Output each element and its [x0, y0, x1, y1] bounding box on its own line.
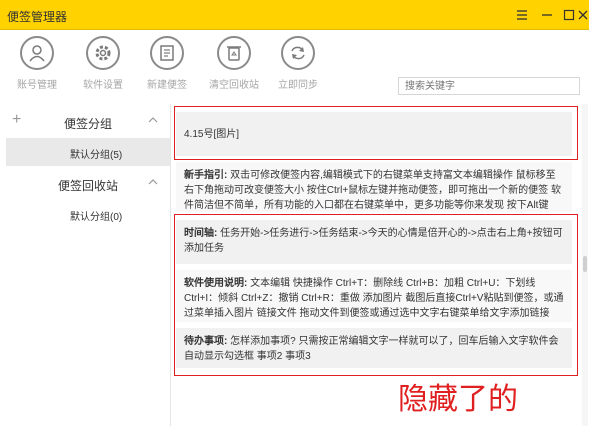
sync-label: 立即同步 — [278, 80, 318, 91]
account-label: 账号管理 — [17, 80, 57, 91]
sidebar-item-default-group[interactable]: 默认分组(5) — [6, 138, 170, 166]
group-label: 便签分组 — [64, 117, 113, 131]
hamburger-icon — [517, 10, 527, 20]
sidebar-item-label: 默认分组(5) — [70, 150, 123, 161]
sidebar: + 便签分组 默认分组(5) 便签回收站 默认分组(0) — [6, 104, 171, 426]
user-icon — [29, 45, 45, 62]
maximize-icon — [563, 9, 575, 21]
note-body: 任务开始->任务进行->任务结束->今天的心情是倍开心的->点击右上角+按钮可添… — [184, 228, 563, 254]
settings-button[interactable]: 软件设置 — [75, 36, 131, 91]
note-body: 双击可修改便签内容,编辑模式下的右键菜单支持富文本编辑操作 鼠标移至右下角拖动可… — [184, 170, 561, 211]
sidebar-item-label: 默认分组(0) — [70, 212, 123, 223]
sidebar-item-recycle-default-group[interactable]: 默认分组(0) — [6, 200, 170, 228]
note-body: 4.15号[图片] — [184, 129, 240, 140]
recycle-bin-icon — [227, 46, 241, 61]
note-title: 时间轴: — [184, 228, 218, 239]
note-body: 怎样添加事项? 只需按正常编辑文字一样就可以了，回车后输入文字软件会自动显示勾选… — [184, 336, 559, 362]
search-input[interactable] — [398, 77, 580, 95]
note-card[interactable]: 软件使用说明: 文本编辑 快捷操作 Ctrl+T：删除线 Ctrl+B：加粗 C… — [176, 270, 572, 322]
group-label: 便签回收站 — [58, 179, 119, 193]
new-note-icon — [160, 45, 174, 61]
chevron-up-icon — [148, 179, 158, 185]
empty-recycle-bin-button[interactable]: 清空回收站 — [206, 36, 262, 91]
scrollbar-thumb[interactable] — [583, 256, 587, 272]
note-card[interactable]: 4.15号[图片] — [176, 112, 572, 156]
app-title: 便签管理器 — [7, 10, 68, 24]
minimize-icon — [542, 14, 552, 16]
minimize-button[interactable] — [537, 5, 557, 25]
close-button[interactable] — [576, 5, 589, 25]
add-group-icon[interactable]: + — [12, 111, 21, 129]
annotation-text: 隐藏了的 — [398, 382, 518, 417]
note-title: 软件使用说明: — [184, 278, 248, 289]
note-card[interactable]: 待办事项: 怎样添加事项? 只需按正常编辑文字一样就可以了，回车后输入文字软件会… — [176, 328, 572, 368]
new-note-label: 新建便签 — [147, 80, 187, 91]
sidebar-group-recycle-bin[interactable]: 便签回收站 — [6, 168, 170, 198]
note-card[interactable]: 时间轴: 任务开始->任务进行->任务结束->今天的心情是倍开心的->点击右上角… — [176, 220, 572, 264]
account-button[interactable]: 账号管理 — [9, 36, 65, 91]
close-icon — [578, 10, 588, 20]
title-bar: 便签管理器 — [0, 0, 589, 30]
chevron-up-icon — [148, 117, 158, 123]
notes-list: 4.15号[图片] 新手指引: 双击可修改便签内容,编辑模式下的右键菜单支持富文… — [172, 104, 580, 426]
note-title: 新手指引: — [184, 170, 228, 181]
sidebar-group-notes[interactable]: + 便签分组 — [6, 106, 170, 136]
settings-label: 软件设置 — [83, 80, 123, 91]
note-card[interactable]: 新手指引: 双击可修改便签内容,编辑模式下的右键菜单支持富文本编辑操作 鼠标移至… — [176, 162, 572, 212]
gear-icon — [95, 45, 111, 61]
sync-icon — [291, 46, 305, 60]
empty-recycle-bin-label: 清空回收站 — [209, 80, 259, 91]
sync-button[interactable]: 立即同步 — [270, 36, 326, 91]
new-note-button[interactable]: 新建便签 — [139, 36, 195, 91]
note-title: 待办事项: — [184, 336, 228, 347]
scrollbar[interactable] — [582, 104, 588, 426]
menu-button[interactable] — [512, 5, 532, 25]
